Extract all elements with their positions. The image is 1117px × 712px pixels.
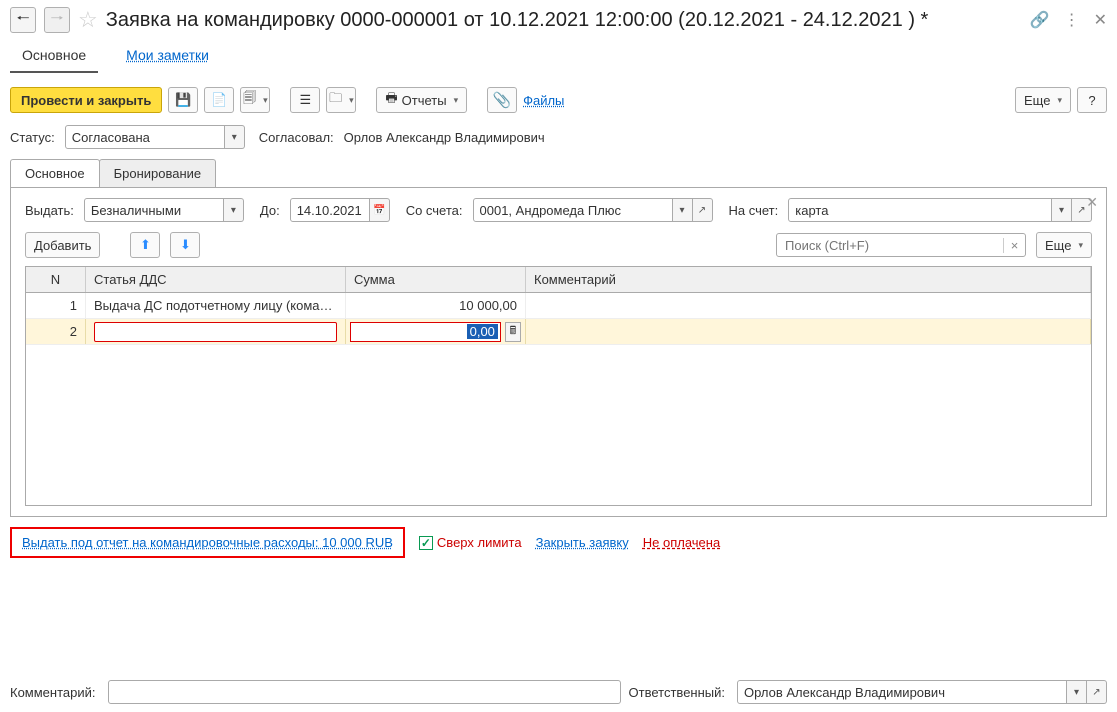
move-down-button[interactable]: ⬇: [170, 232, 200, 258]
responsible-value[interactable]: Орлов Александр Владимирович: [737, 680, 1067, 704]
issue-method-combo: Безналичными ▾: [84, 198, 244, 222]
save-button[interactable]: 💾: [168, 87, 198, 113]
to-acc-value[interactable]: карта: [788, 198, 1052, 222]
open-icon[interactable]: ↗: [1087, 680, 1107, 704]
approver-value: Орлов Александр Владимирович: [344, 130, 545, 145]
chevron-down-icon[interactable]: ▾: [224, 198, 244, 222]
approver-label: Согласовал:: [259, 130, 334, 145]
bottom-links-row: Выдать под отчет на командировочные расх…: [10, 527, 1107, 558]
structure-button[interactable]: ☰: [290, 87, 320, 113]
help-button[interactable]: ?: [1077, 87, 1107, 113]
post-button[interactable]: 📄: [204, 87, 234, 113]
issue-row: Выдать: Безналичными ▾ До: 14.10.2021 📅 …: [25, 198, 1092, 222]
back-button[interactable]: 🠐: [10, 7, 36, 33]
main-panel: ✕ Выдать: Безналичными ▾ До: 14.10.2021 …: [10, 187, 1107, 517]
sum-cell-edit[interactable]: 0,00: [350, 322, 501, 342]
more-button[interactable]: Еще▾: [1015, 87, 1071, 113]
search-input[interactable]: [777, 238, 1003, 253]
folder-icon: 🗀: [329, 89, 342, 111]
window-title: Заявка на командировку 0000-000001 от 10…: [106, 9, 1022, 32]
issue-method-value[interactable]: Безналичными: [84, 198, 224, 222]
article-cell-edit[interactable]: [94, 322, 337, 342]
until-date: 14.10.2021 📅: [290, 198, 390, 222]
list-icon: ☰: [300, 92, 312, 108]
calendar-icon[interactable]: 📅: [370, 198, 390, 222]
post-icon: 📄: [211, 92, 227, 108]
col-article: Статья ДДС: [86, 267, 346, 292]
table-row[interactable]: 2 0,00 🖩: [26, 319, 1091, 345]
subtab-booking[interactable]: Бронирование: [99, 159, 217, 187]
from-acc-label: Со счета:: [406, 203, 463, 218]
grid-search: ×: [776, 233, 1026, 257]
page-tabs: Основное Мои заметки: [10, 41, 1107, 73]
to-account-combo: карта ▾ ↗: [788, 198, 1092, 222]
comment-input[interactable]: [108, 680, 621, 704]
from-acc-value[interactable]: 0001, Андромеда Плюс: [473, 198, 673, 222]
titlebar: 🠐 🠒 ☆ Заявка на командировку 0000-000001…: [10, 7, 1107, 33]
chevron-down-icon[interactable]: ▾: [673, 198, 693, 222]
col-comment: Комментарий: [526, 267, 1091, 292]
move-up-button[interactable]: ⬆: [130, 232, 160, 258]
chevron-down-icon[interactable]: ▾: [1067, 680, 1087, 704]
subtab-main[interactable]: Основное: [10, 159, 100, 187]
grid-header: N Статья ДДС Сумма Комментарий: [26, 267, 1091, 293]
files-link[interactable]: Файлы: [523, 93, 564, 108]
save-icon: 💾: [175, 92, 191, 108]
paperclip-icon: 📎: [493, 91, 512, 109]
attach-button[interactable]: 📎: [487, 87, 517, 113]
related-docs-button[interactable]: 🗀▾: [326, 87, 356, 113]
sub-tabs: Основное Бронирование: [10, 159, 1107, 188]
close-request-link[interactable]: Закрыть заявку: [536, 535, 629, 550]
highlight-box: Выдать под отчет на командировочные расх…: [10, 527, 405, 558]
from-account-combo: 0001, Андромеда Плюс ▾ ↗: [473, 198, 713, 222]
issue-label: Выдать:: [25, 203, 74, 218]
not-paid-link[interactable]: Не оплачена: [643, 535, 720, 550]
col-sum: Сумма: [346, 267, 526, 292]
tab-my-notes[interactable]: Мои заметки: [114, 41, 221, 73]
post-and-close-button[interactable]: Провести и закрыть: [10, 87, 162, 113]
footer-row: Комментарий: Ответственный: Орлов Алекса…: [10, 680, 1107, 704]
grid-more-button[interactable]: Еще▾: [1036, 232, 1092, 258]
check-icon: ✓: [419, 536, 433, 550]
over-limit-checkbox[interactable]: ✓ Сверх лимита: [419, 535, 522, 550]
until-label: До:: [260, 203, 280, 218]
to-acc-label: На счет:: [729, 203, 779, 218]
responsible-label: Ответственный:: [629, 685, 725, 700]
status-label: Статус:: [10, 130, 55, 145]
clear-search-icon[interactable]: ×: [1003, 238, 1025, 253]
arrow-up-icon: ⬆: [140, 237, 151, 253]
add-row-button[interactable]: Добавить: [25, 232, 100, 258]
reports-button[interactable]: 🖶Отчеты▾: [376, 87, 467, 113]
forward-button[interactable]: 🠒: [44, 7, 70, 33]
favorite-star-icon[interactable]: ☆: [78, 7, 98, 33]
comment-label: Комментарий:: [10, 685, 96, 700]
chevron-down-icon[interactable]: ▾: [1052, 198, 1072, 222]
col-n: N: [26, 267, 86, 292]
status-row: Статус: Согласована ▾ Согласовал: Орлов …: [10, 125, 1107, 149]
grid-toolbar: Добавить ⬆ ⬇ × Еще▾: [25, 232, 1092, 258]
main-toolbar: Провести и закрыть 💾 📄 🗐▾ ☰ 🗀▾ 🖶Отчеты▾ …: [10, 87, 1107, 113]
status-combo: Согласована ▾: [65, 125, 245, 149]
arrow-down-icon: ⬇: [180, 237, 191, 253]
status-dropdown-icon[interactable]: ▾: [225, 125, 245, 149]
table-row[interactable]: 1 Выдача ДС подотчетному лицу (кома… 10 …: [26, 293, 1091, 319]
print-icon: 🖶: [385, 89, 397, 111]
dds-grid: N Статья ДДС Сумма Комментарий 1 Выдача …: [25, 266, 1092, 506]
issue-advance-link[interactable]: Выдать под отчет на командировочные расх…: [22, 535, 393, 550]
copy-stack-icon: 🗐: [243, 89, 256, 111]
tab-main[interactable]: Основное: [10, 41, 98, 73]
kebab-menu-icon[interactable]: ⋮: [1064, 10, 1080, 30]
close-icon[interactable]: ✕: [1094, 10, 1107, 30]
create-based-on-button[interactable]: 🗐▾: [240, 87, 270, 113]
status-value[interactable]: Согласована: [65, 125, 225, 149]
panel-close-icon[interactable]: ✕: [1086, 194, 1098, 211]
until-value[interactable]: 14.10.2021: [290, 198, 370, 222]
calculator-icon[interactable]: 🖩: [505, 322, 521, 342]
open-icon[interactable]: ↗: [693, 198, 713, 222]
link-copy-icon[interactable]: 🔗: [1030, 10, 1050, 30]
